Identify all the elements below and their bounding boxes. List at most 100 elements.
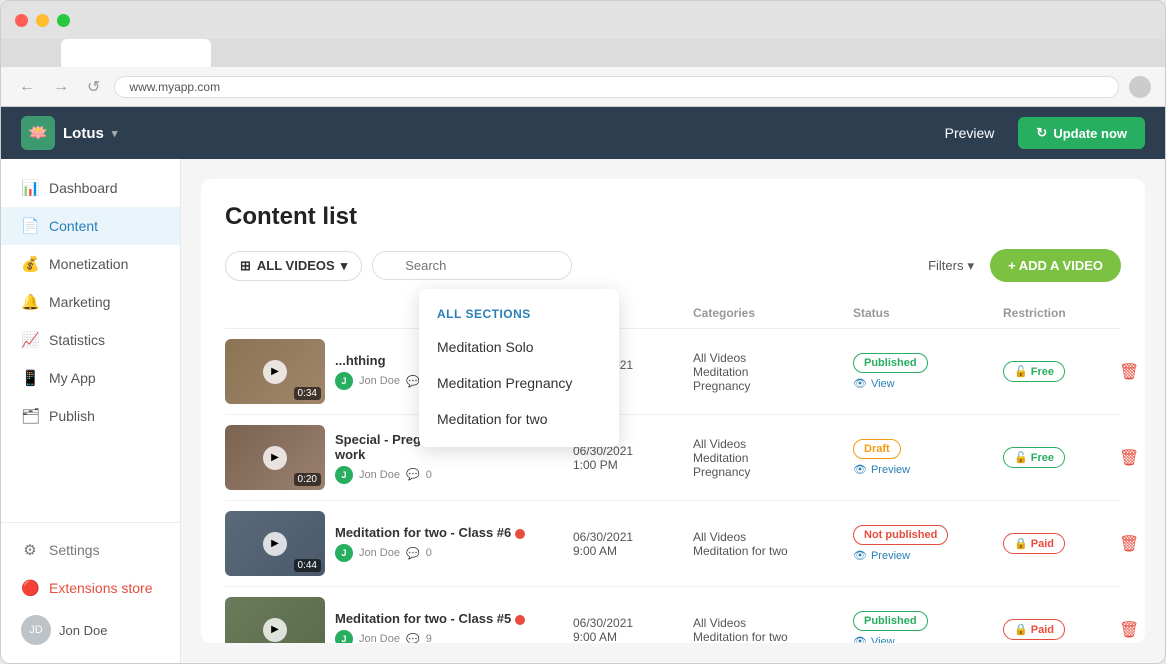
thumbnail-3: ▶ 0:44: [225, 511, 325, 576]
filters-button[interactable]: Filters ▾: [928, 258, 974, 274]
status-badge-1: Published: [853, 353, 928, 373]
restrict-cell-2: 🔓 Free: [995, 447, 1115, 468]
user-name: Jon Doe: [59, 623, 107, 638]
col-status: Status: [845, 306, 995, 320]
logo-chevron-icon: ▾: [112, 127, 118, 140]
marketing-icon: 🔔: [21, 293, 39, 311]
back-button[interactable]: ←: [15, 76, 39, 98]
close-window-button[interactable]: [15, 14, 28, 27]
status-cell-2: Draft 👁 Preview: [845, 439, 995, 476]
sidebar-label-dashboard: Dashboard: [49, 180, 118, 196]
sidebar-item-marketing[interactable]: 🔔 Marketing: [1, 283, 180, 321]
user-avatar: JD: [21, 615, 51, 645]
add-video-button[interactable]: + ADD A VIDEO: [990, 249, 1121, 282]
monetization-icon: 💰: [21, 255, 39, 273]
duration-2: 0:20: [294, 473, 321, 486]
search-wrapper: 🔍: [372, 251, 572, 280]
refresh-button[interactable]: ↺: [83, 75, 104, 99]
video-title-4: Meditation for two - Class #5: [335, 611, 565, 626]
forward-button[interactable]: →: [49, 76, 73, 98]
update-label: Update now: [1053, 126, 1127, 141]
comment-count-2: 0: [426, 469, 432, 481]
status-cell-4: Published 👁 View: [845, 611, 995, 643]
myapp-icon: 📱: [21, 369, 39, 387]
browser-tab-active[interactable]: [61, 39, 211, 67]
dropdown-item-pregnancy[interactable]: Meditation Pregnancy: [419, 365, 619, 401]
search-input[interactable]: [372, 251, 572, 280]
preview-link-2[interactable]: 👁 Preview: [853, 463, 987, 476]
sidebar-label-monetization: Monetization: [49, 256, 128, 272]
browser-addressbar: ← → ↺: [1, 67, 1165, 107]
sidebar-bottom: ⚙ Settings 🔴 Extensions store JD Jon Doe: [1, 522, 180, 653]
play-icon[interactable]: ▶: [263, 360, 287, 384]
play-icon-2[interactable]: ▶: [263, 446, 287, 470]
dropdown-header: ALL SECTIONS: [419, 299, 619, 329]
comment-icon-3: 💬: [406, 547, 420, 560]
delete-button-4[interactable]: 🗑: [1119, 620, 1139, 640]
video-meta-4: J Jon Doe 💬 9: [335, 630, 565, 643]
grid-icon: ⊞: [240, 258, 251, 274]
sidebar-item-publish[interactable]: 🗂 Publish: [1, 397, 180, 435]
sidebar-label-statistics: Statistics: [49, 332, 105, 348]
table-header: Date ▾ Categories Status Restriction: [225, 298, 1121, 329]
update-now-button[interactable]: ↻ Update now: [1018, 117, 1145, 149]
toolbar-right: Filters ▾ + ADD A VIDEO: [928, 249, 1121, 282]
preview-link-3[interactable]: 👁 Preview: [853, 549, 987, 562]
comment-icon-4: 💬: [406, 633, 420, 644]
action-cell-4: 🗑: [1115, 620, 1145, 640]
author-avatar-2: J: [335, 466, 353, 484]
browser-titlebar: [1, 1, 1165, 39]
author-avatar-1: J: [335, 372, 353, 390]
statistics-icon: 📈: [21, 331, 39, 349]
address-input[interactable]: [114, 76, 1119, 98]
user-info: JD Jon Doe: [1, 607, 180, 653]
dropdown-item-solo[interactable]: Meditation Solo: [419, 329, 619, 365]
filters-chevron-icon: ▾: [967, 258, 974, 274]
sidebar-label-marketing: Marketing: [49, 294, 110, 310]
eye-icon-3: 👁: [853, 549, 867, 562]
author-name-4: Jon Doe: [359, 633, 400, 643]
author-avatar-4: J: [335, 630, 353, 643]
settings-icon: ⚙: [21, 541, 39, 559]
eye-icon-4: 👁: [853, 635, 867, 643]
eye-icon-2: 👁: [853, 463, 867, 476]
sidebar-item-extensions[interactable]: 🔴 Extensions store: [1, 569, 180, 607]
delete-button-1[interactable]: 🗑: [1119, 362, 1139, 382]
sidebar-item-content[interactable]: 📄 Content: [1, 207, 180, 245]
preview-button[interactable]: Preview: [933, 119, 1007, 147]
minimize-window-button[interactable]: [36, 14, 49, 27]
view-link-4[interactable]: 👁 View: [853, 635, 987, 643]
sidebar-item-myapp[interactable]: 📱 My App: [1, 359, 180, 397]
dropdown-item-two[interactable]: Meditation for two: [419, 401, 619, 437]
play-icon-3[interactable]: ▶: [263, 532, 287, 556]
sidebar-item-statistics[interactable]: 📈 Statistics: [1, 321, 180, 359]
content-area: Content list ⊞ ALL VIDEOS ▾ 🔍: [181, 159, 1165, 663]
sidebar-label-publish: Publish: [49, 408, 95, 424]
delete-button-2[interactable]: 🗑: [1119, 448, 1139, 468]
sidebar-label-settings: Settings: [49, 542, 100, 558]
topbar-actions: Preview ↻ Update now: [933, 117, 1145, 149]
comment-count-4: 9: [426, 633, 432, 643]
date-cell-4: 06/30/20219:00 AM: [565, 616, 685, 644]
sidebar: 📊 Dashboard 📄 Content 💰 Monetization 🔔 M…: [1, 159, 181, 663]
play-icon-4[interactable]: ▶: [263, 618, 287, 642]
app-topbar: 🪷 Lotus ▾ Preview ↻ Update now: [1, 107, 1165, 159]
logo-text: Lotus: [63, 125, 104, 142]
eye-icon-1: 👁: [853, 377, 867, 390]
view-link-1[interactable]: 👁 View: [853, 377, 987, 390]
sidebar-item-monetization[interactable]: 💰 Monetization: [1, 245, 180, 283]
sidebar-item-settings[interactable]: ⚙ Settings: [1, 531, 180, 569]
browser-menu-icon[interactable]: [1129, 76, 1151, 98]
live-indicator-4: [515, 615, 525, 625]
table-row: ▶ 0:34 ...hthing J Jon Doe 💬 0: [225, 329, 1121, 415]
cat-cell-4: All VideosMeditation for two: [685, 616, 845, 644]
toolbar-left: ⊞ ALL VIDEOS ▾ 🔍: [225, 251, 572, 281]
maximize-window-button[interactable]: [57, 14, 70, 27]
thumbnail-1: ▶ 0:34: [225, 339, 325, 404]
all-videos-chevron-icon: ▾: [341, 258, 348, 274]
sidebar-item-dashboard[interactable]: 📊 Dashboard: [1, 169, 180, 207]
table-row: ▶ 0:44 Meditation for two - Class #6 J J…: [225, 501, 1121, 587]
all-videos-button[interactable]: ⊞ ALL VIDEOS ▾: [225, 251, 362, 281]
delete-button-3[interactable]: 🗑: [1119, 534, 1139, 554]
date-cell-3: 06/30/20219:00 AM: [565, 530, 685, 558]
